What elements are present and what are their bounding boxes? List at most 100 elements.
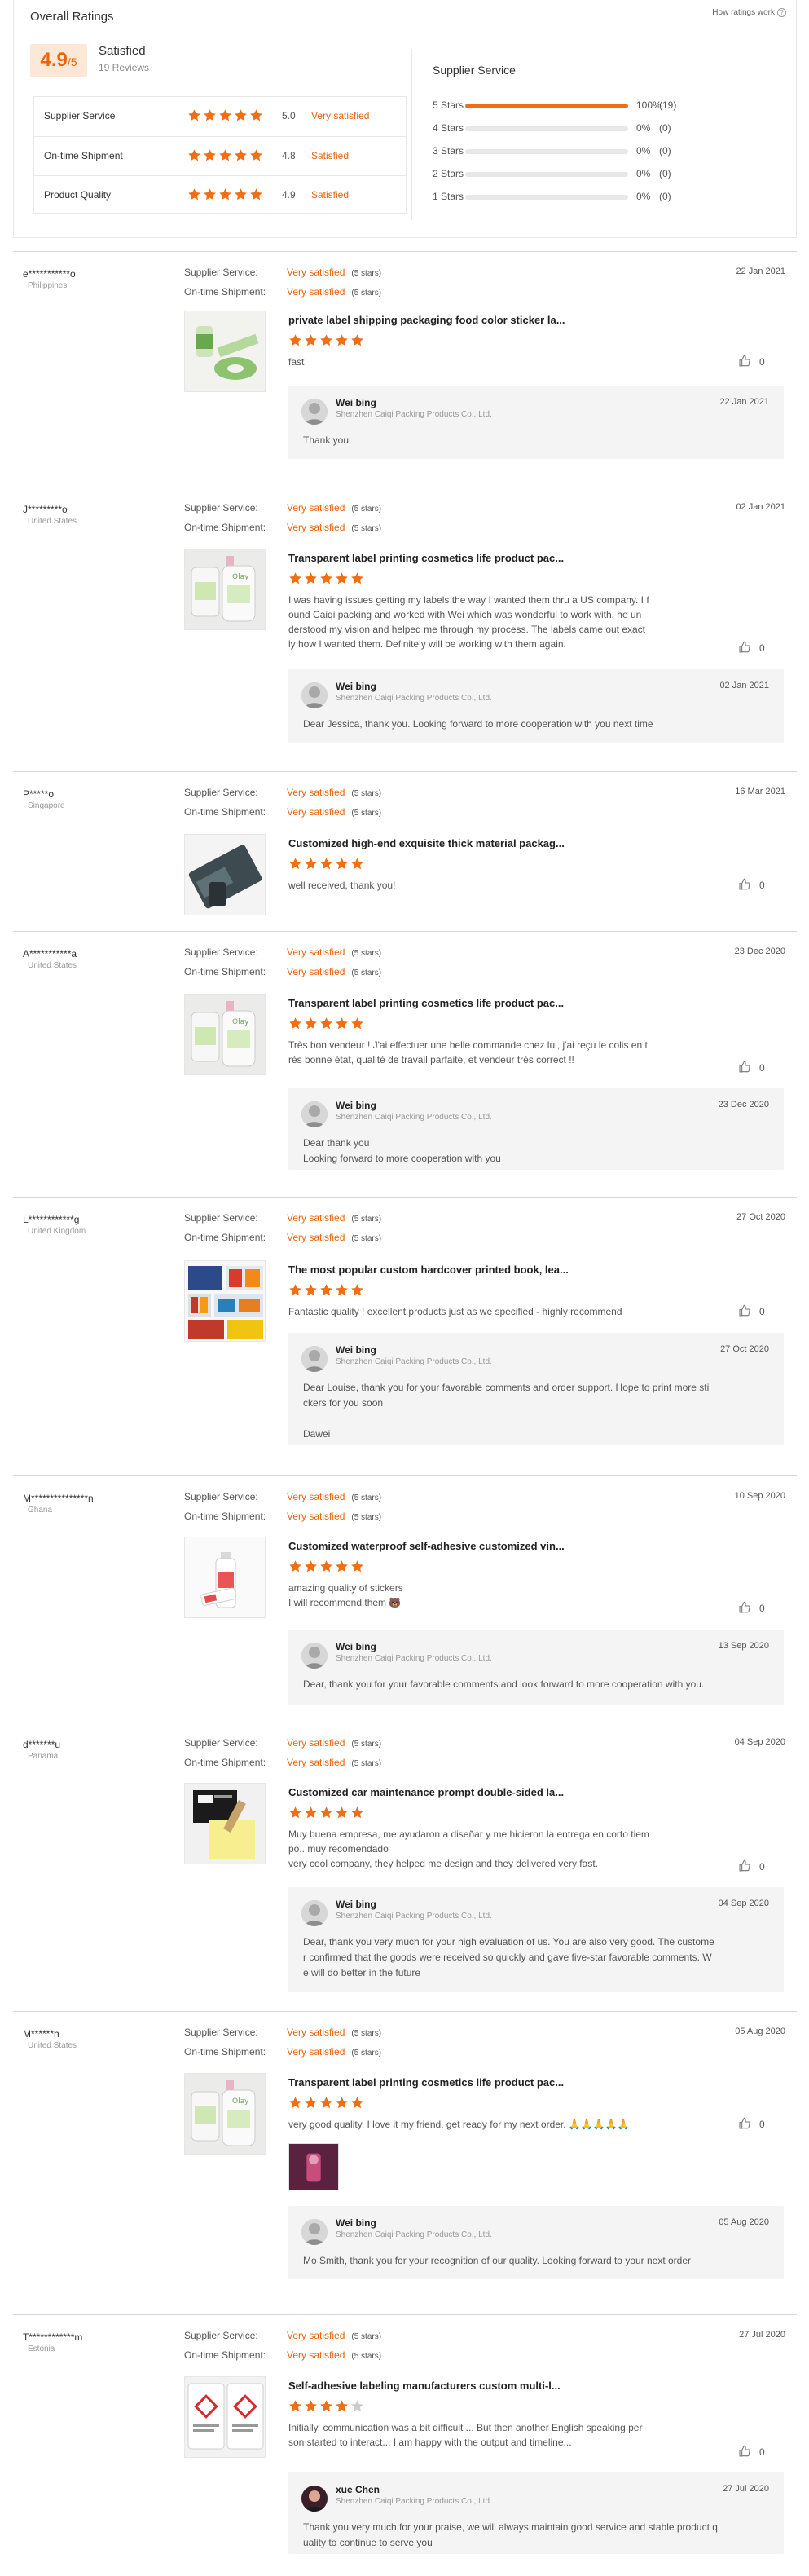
review-stars	[288, 333, 366, 350]
reply-company: Shenzhen Caiqi Packing Products Co., Ltd…	[336, 410, 492, 419]
product-title-link[interactable]: Transparent label printing cosmetics lif…	[288, 552, 564, 564]
star-filled-icon	[350, 2096, 364, 2110]
supplier-service-stars: (5 stars)	[351, 949, 382, 958]
thumbs-up-icon[interactable]	[738, 2445, 751, 2458]
reviewer-country: United States	[28, 2041, 77, 2050]
product-thumbnail[interactable]	[184, 1260, 266, 1342]
on-time-shipment-stars: (5 stars)	[351, 809, 382, 818]
review-item: A***********a United States 23 Dec 2020 Sup…	[13, 931, 797, 1197]
distribution-row: 1 Stars 0% (0)	[433, 191, 677, 202]
reply-text: Thank you.	[303, 434, 352, 446]
product-title-link[interactable]: private label shipping packaging food co…	[288, 314, 565, 326]
thumbs-up-icon[interactable]	[738, 1601, 751, 1614]
helpful-count: 0	[759, 1306, 765, 1317]
star-filled-icon	[234, 148, 248, 162]
helpful-button[interactable]: 0	[738, 1304, 765, 1317]
helpful-button[interactable]: 0	[738, 1859, 765, 1872]
helpful-count: 0	[759, 2119, 765, 2130]
product-title-link[interactable]: Self-adhesive labeling manufacturers cus…	[288, 2380, 561, 2392]
star-filled-icon	[350, 1559, 364, 1573]
review-date: 04 Sep 2020	[734, 1737, 785, 1747]
supplier-service-stars: (5 stars)	[351, 789, 382, 798]
star-filled-icon	[218, 108, 232, 122]
reviews-page: Overall Ratings How ratings work? 4.9/5 …	[13, 0, 797, 2554]
supplier-service-value: Very satisfied	[287, 1491, 345, 1502]
product-thumbnail[interactable]	[184, 2376, 266, 2458]
review-stars	[288, 1559, 366, 1576]
distribution-label: 2 Stars	[433, 168, 464, 179]
product-title-link[interactable]: Customized high-end exquisite thick mate…	[288, 837, 565, 849]
supplier-service-label: Supplier Service:	[184, 2027, 258, 2038]
helpful-button[interactable]: 0	[738, 2117, 765, 2130]
on-time-shipment-value: Very satisfied	[287, 286, 345, 298]
distribution-bar	[465, 172, 628, 177]
reply-text: Mo Smith, thank you for your recognition…	[303, 2255, 692, 2266]
product-thumbnail[interactable]	[184, 1783, 266, 1864]
review-photo[interactable]	[288, 2143, 339, 2190]
product-title-link[interactable]: Customized waterproof self-adhesive cust…	[288, 1540, 565, 1552]
on-time-shipment-label: On-time Shipment:	[184, 2046, 266, 2058]
helpful-button[interactable]: 0	[738, 1601, 765, 1614]
on-time-shipment-label: On-time Shipment:	[184, 522, 266, 533]
helpful-button[interactable]: 0	[738, 878, 765, 891]
product-title-link[interactable]: The most popular custom hardcover printe…	[288, 1264, 569, 1276]
on-time-shipment-stars: (5 stars)	[351, 524, 382, 533]
how-ratings-work-label[interactable]: How ratings work	[712, 8, 775, 17]
helpful-button[interactable]: 0	[738, 641, 765, 654]
helpful-button[interactable]: 0	[738, 1061, 765, 1074]
product-thumbnail[interactable]: Olay	[184, 549, 266, 630]
reply-text: Dear, thank you for your favorable comme…	[303, 1678, 705, 1690]
helpful-count: 0	[759, 2446, 765, 2458]
review-text: Muy buena empresa, me ayudaron a diseñar…	[288, 1828, 649, 1869]
product-thumbnail[interactable]	[184, 834, 266, 915]
on-time-shipment-value: Very satisfied	[287, 1757, 345, 1768]
reviewer-name: T************m	[23, 2331, 83, 2343]
product-title-link[interactable]: Transparent label printing cosmetics lif…	[288, 997, 564, 1009]
reply-date: 23 Dec 2020	[718, 1100, 769, 1109]
product-thumbnail[interactable]	[184, 1537, 266, 1618]
on-time-shipment-rating: On-time Shipment: Very satisfied (5 stars)	[184, 1757, 381, 1768]
supplier-service-rating: Supplier Service: Very satisfied (5 stars)	[184, 2027, 381, 2038]
review-date: 02 Jan 2021	[736, 502, 785, 512]
reviewer-country: Philippines	[28, 281, 68, 290]
product-thumbnail[interactable]: Olay	[184, 994, 266, 1075]
helpful-count: 0	[759, 1603, 765, 1614]
product-thumbnail[interactable]: Olay	[184, 2073, 266, 2155]
supplier-service-label: Supplier Service:	[184, 946, 258, 958]
product-thumbnail[interactable]	[184, 311, 266, 392]
distribution-percent: 0%	[636, 145, 651, 157]
product-title-link[interactable]: Customized car maintenance prompt double…	[288, 1786, 564, 1798]
distribution-count: (0)	[659, 168, 671, 179]
thumbs-up-icon[interactable]	[738, 641, 751, 654]
on-time-shipment-rating: On-time Shipment: Very satisfied (5 stars)	[184, 1511, 381, 1522]
thumbs-up-icon[interactable]	[738, 1304, 751, 1317]
star-empty-icon	[350, 2399, 364, 2413]
overall-ratings-title: Overall Ratings	[30, 10, 114, 24]
helpful-button[interactable]: 0	[738, 355, 765, 368]
review-stars	[288, 1283, 366, 1299]
star-filled-icon	[319, 1559, 333, 1573]
thumbs-up-icon[interactable]	[738, 878, 751, 891]
review-text: amazing quality of stickers I will recom…	[288, 1582, 403, 1608]
thumbs-up-icon[interactable]	[738, 1061, 751, 1074]
reviewer-name: L************g	[23, 1214, 80, 1225]
reply-date: 04 Sep 2020	[718, 1899, 769, 1908]
supplier-service-label: Supplier Service:	[184, 787, 258, 798]
star-filled-icon	[288, 1559, 302, 1573]
metric-description: Satisfied	[311, 189, 350, 201]
how-ratings-work-link[interactable]: How ratings work?	[712, 8, 786, 17]
on-time-shipment-label: On-time Shipment:	[184, 286, 266, 298]
review-text: Très bon vendeur ! J'ai effectuer une be…	[288, 1039, 648, 1065]
thumbs-up-icon[interactable]	[738, 2117, 751, 2130]
supplier-service-rating: Supplier Service: Very satisfied (5 stars)	[184, 267, 381, 278]
thumbs-up-icon[interactable]	[738, 355, 751, 368]
star-filled-icon	[288, 1017, 302, 1030]
supplier-service-value: Very satisfied	[287, 1212, 345, 1224]
thumbs-up-icon[interactable]	[738, 1859, 751, 1872]
review-item: M***************n Ghana 10 Sep 2020 Supplie…	[13, 1475, 797, 1722]
product-title-link[interactable]: Transparent label printing cosmetics lif…	[288, 2076, 564, 2089]
helpful-button[interactable]: 0	[738, 2445, 765, 2458]
review-date: 27 Oct 2020	[736, 1212, 785, 1222]
question-icon[interactable]: ?	[777, 8, 786, 17]
review-date: 23 Dec 2020	[734, 946, 785, 956]
